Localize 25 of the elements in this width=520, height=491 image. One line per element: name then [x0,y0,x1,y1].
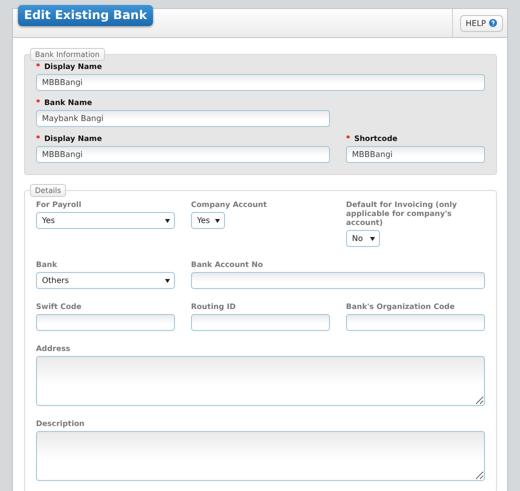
help-button[interactable]: HELP [460,14,503,32]
required-mark: * [36,134,40,143]
required-mark: * [36,98,40,107]
text-area[interactable] [36,356,485,406]
text-field[interactable]: MBBBangi [346,146,485,163]
dropdown[interactable]: Others [36,272,175,289]
caret-icon [165,218,170,222]
text-field[interactable]: Maybank Bangi [36,110,330,127]
caret-icon [215,218,220,222]
dropdown[interactable]: No [346,230,380,247]
page-title: Edit Existing Bank [18,5,153,26]
text-field[interactable] [191,272,485,289]
caret-icon [165,278,170,282]
text-field[interactable] [36,314,175,331]
text-field[interactable] [191,314,330,331]
required-mark: * [36,62,40,71]
text-area[interactable] [36,431,485,481]
caret-icon [370,236,375,240]
text-field[interactable]: MBBBangi [36,74,485,91]
help-icon [489,19,497,27]
text-field[interactable] [346,314,485,331]
dropdown[interactable]: Yes [191,212,225,229]
required-mark: * [346,134,350,143]
text-field[interactable]: MBBBangi [36,146,330,163]
dropdown[interactable]: Yes [36,212,175,229]
